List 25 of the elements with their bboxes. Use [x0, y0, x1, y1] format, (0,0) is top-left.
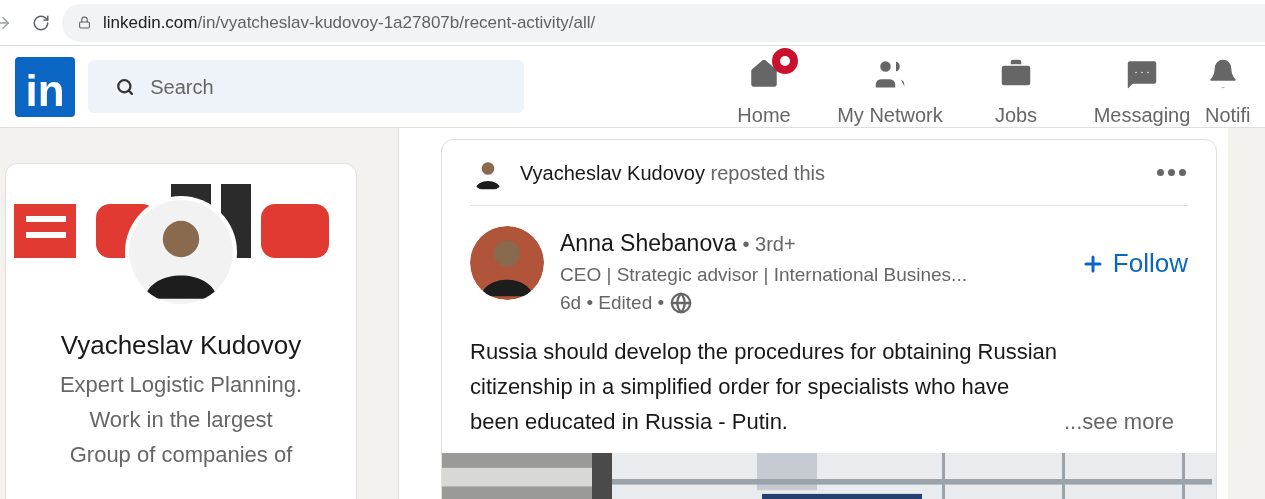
nav-item[interactable]: Jobs: [953, 46, 1079, 127]
reload-icon[interactable]: [32, 13, 50, 32]
nav-item[interactable]: My Network: [827, 46, 953, 127]
lock-icon: [78, 16, 91, 29]
follow-button[interactable]: Follow: [1080, 244, 1188, 283]
address-bar[interactable]: linkedin.com/in/vyatcheslav-kudovoy-1a27807b/recent-activity/all/: [62, 3, 1265, 42]
linkedin-logo[interactable]: in: [15, 56, 75, 117]
search-input[interactable]: Search: [150, 71, 496, 102]
globe-icon: [670, 292, 693, 315]
search-icon: [116, 76, 135, 97]
search-field[interactable]: Search: [88, 60, 524, 113]
url-text: linkedin.com/in/vyatcheslav-kudovoy-1a27807b/recent-activity/all/: [103, 11, 596, 34]
see-more-link[interactable]: ...see more: [1063, 403, 1174, 439]
repost-line: Vyacheslav Kudovoy reposted this: [520, 160, 825, 186]
post-meta: 6d • Edited •: [560, 291, 665, 315]
nav-item[interactable]: Notifi: [1205, 46, 1265, 127]
post-text: Russia should develop the procedures for obtaining Russian citizenship in a simplified order for specialists who have been educated in Russia - Putin.: [470, 337, 1059, 436]
more-options-icon[interactable]: [1157, 169, 1186, 176]
nav-item[interactable]: Messaging: [1079, 46, 1205, 127]
profile-name[interactable]: Vyacheslav Kudovoy: [60, 326, 302, 365]
profile-headline: Expert Logistic Planning. Work in the largest Group of companies of: [59, 371, 303, 469]
connection-degree: • 3rd+: [742, 232, 796, 257]
author-headline: CEO | Strategic advisor | International Busines...: [560, 262, 967, 287]
author-name[interactable]: Anna Shebanova: [560, 226, 737, 261]
nav-item[interactable]: Home: [701, 46, 827, 127]
